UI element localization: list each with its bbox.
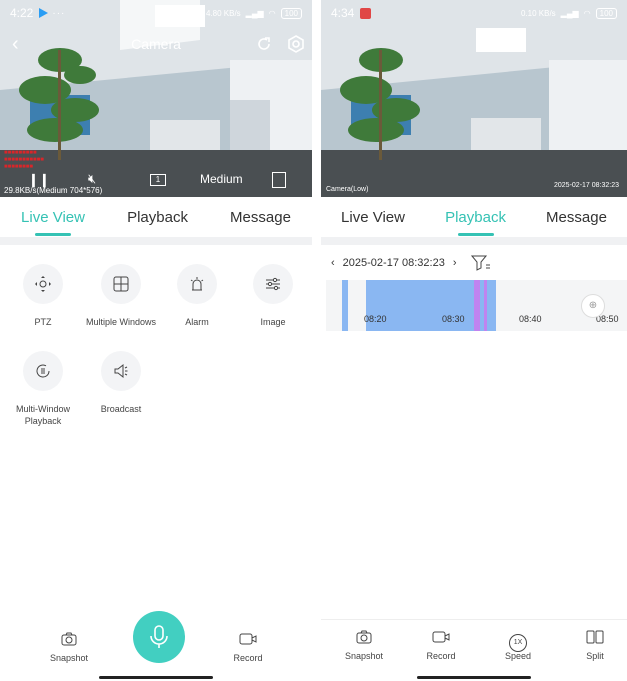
- home-indicator[interactable]: [99, 676, 213, 679]
- net-speed: 0.10 KB/s: [520, 8, 556, 18]
- video-overlay: Camera(Low) 2025-02-17 08:32:23: [321, 168, 627, 196]
- playback-timeline[interactable]: 08:20 08:30 08:40 08:50 ⊕: [326, 280, 627, 331]
- live-view-screen: ■■■■■■■■■ ■■■■■■■■■■■ ■■■■■■■■ 4:22 ··· 4.…: [0, 0, 312, 681]
- wifi-icon: ◠: [583, 8, 591, 18]
- snapshot-label: Snapshot: [49, 653, 89, 663]
- tab-playback[interactable]: Playback: [445, 209, 506, 232]
- feature-image[interactable]: Image: [234, 264, 312, 328]
- recording-segment: [342, 280, 348, 331]
- tab-message[interactable]: Message: [230, 209, 291, 232]
- app-notification-icon: [360, 7, 372, 19]
- stream-info: 29.8KB/s(Medium 704*576): [4, 186, 103, 195]
- status-time: 4:22: [10, 6, 34, 20]
- quality-button[interactable]: Medium: [200, 172, 243, 186]
- battery-icon: 100: [595, 7, 617, 19]
- event-segment: [484, 280, 487, 331]
- mute-icon[interactable]: 🔇︎: [88, 171, 96, 187]
- record-label: Record: [233, 653, 263, 663]
- home-indicator[interactable]: [417, 676, 531, 679]
- channel-count-button[interactable]: 1: [150, 174, 166, 186]
- video-timestamp: 2025-02-17 08:32:23: [554, 182, 619, 189]
- page-title: Camera: [131, 36, 181, 52]
- microphone-icon: [150, 625, 168, 648]
- split-button[interactable]: Split: [560, 630, 627, 661]
- tab-live-view[interactable]: Live View: [341, 209, 405, 232]
- feature-label: Multiple Windows: [85, 317, 157, 327]
- feature-multiple-windows[interactable]: Multiple Windows: [82, 264, 160, 328]
- section-divider: [0, 237, 312, 245]
- net-speed: 4.80 KB/s: [205, 8, 241, 18]
- signal-icon: ▂▄▆: [560, 8, 579, 18]
- tab-live-view[interactable]: Live View: [21, 209, 85, 232]
- screen-gap: [312, 0, 321, 681]
- status-bar: 4:34 0.10 KB/s ▂▄▆ ◠ 100: [321, 0, 627, 26]
- date-selector: ‹ 2025-02-17 08:32:23 ›: [321, 252, 627, 274]
- status-time: 4:34: [331, 6, 355, 20]
- zoom-icon[interactable]: ⊕: [581, 294, 605, 318]
- tab-message[interactable]: Message: [546, 209, 607, 232]
- megaphone-icon: [101, 351, 141, 391]
- feature-multi-window-playback[interactable]: Multi-Window Playback: [4, 351, 82, 427]
- record-button[interactable]: Record: [213, 632, 283, 663]
- feature-label: Image: [260, 317, 286, 327]
- prev-day-icon[interactable]: ‹: [331, 257, 335, 269]
- app-notification-icon: [39, 8, 49, 18]
- feature-label: Multi-Window Playback: [15, 404, 70, 426]
- talk-button[interactable]: [133, 611, 185, 663]
- snapshot-button[interactable]: Snapshot: [34, 632, 104, 663]
- status-bar: 4:22 ··· 4.80 KB/s ▂▄▆ ◠ 100: [0, 0, 312, 26]
- snapshot-button[interactable]: Snapshot: [329, 630, 399, 661]
- camera-icon: [329, 630, 399, 648]
- split-icon: [560, 630, 627, 648]
- feature-alarm[interactable]: Alarm: [158, 264, 236, 328]
- feature-label: PTZ: [34, 317, 52, 327]
- date-label[interactable]: 2025-02-17 08:32:23: [343, 257, 445, 269]
- filter-icon[interactable]: [470, 255, 491, 271]
- timeline-tick: 08:40: [519, 314, 542, 324]
- sliders-icon: [253, 264, 293, 304]
- playback-icon: [23, 351, 63, 391]
- grid-icon: [101, 264, 141, 304]
- timeline-tick: 08:20: [364, 314, 387, 324]
- back-icon[interactable]: ‹: [12, 34, 19, 54]
- ptz-icon: [23, 264, 63, 304]
- speed-button[interactable]: 1X Speed: [483, 630, 553, 661]
- tab-playback[interactable]: Playback: [127, 209, 188, 232]
- split-label: Split: [586, 651, 604, 661]
- alarm-icon: [177, 264, 217, 304]
- speed-label: Speed: [504, 651, 532, 661]
- signal-icon: ▂▄▆: [245, 8, 264, 18]
- video-controls: ❙❙ 🔇︎ 1 Medium 29.8KB/s(Medium 704*576): [0, 168, 312, 196]
- wifi-icon: ◠: [268, 8, 276, 18]
- feature-label: Alarm: [185, 317, 209, 327]
- speed-badge: 1X: [509, 634, 527, 652]
- event-segment: [474, 280, 480, 331]
- playback-toolbar: Snapshot Record 1X Speed Split: [321, 619, 627, 681]
- record-button[interactable]: Record: [406, 630, 476, 661]
- feature-label: Broadcast: [100, 404, 142, 414]
- settings-icon[interactable]: [286, 34, 306, 54]
- camera-icon: [34, 632, 104, 650]
- snapshot-label: Snapshot: [344, 651, 384, 661]
- tab-bar: Live View Playback Message: [321, 204, 627, 236]
- feature-broadcast[interactable]: Broadcast: [82, 351, 160, 415]
- camera-label: Camera(Low): [326, 186, 369, 193]
- more-notifications-icon: ···: [52, 7, 66, 19]
- speed-icon: 1X: [483, 630, 553, 652]
- rotate-icon[interactable]: [254, 34, 274, 54]
- fullscreen-icon[interactable]: [272, 172, 286, 188]
- tab-bar: Live View Playback Message: [0, 204, 312, 236]
- video-top-bar: ‹ Camera: [0, 30, 312, 58]
- battery-icon: 100: [280, 7, 302, 19]
- timeline-tick: 08:30: [442, 314, 465, 324]
- video-record-icon: [213, 632, 283, 650]
- playback-screen: 4:34 0.10 KB/s ▂▄▆ ◠ 100 Camera(Low) 202…: [321, 0, 627, 681]
- record-label: Record: [426, 651, 456, 661]
- section-divider: [321, 237, 627, 245]
- next-day-icon[interactable]: ›: [453, 257, 457, 269]
- video-record-icon: [406, 630, 476, 648]
- feature-ptz[interactable]: PTZ: [4, 264, 82, 328]
